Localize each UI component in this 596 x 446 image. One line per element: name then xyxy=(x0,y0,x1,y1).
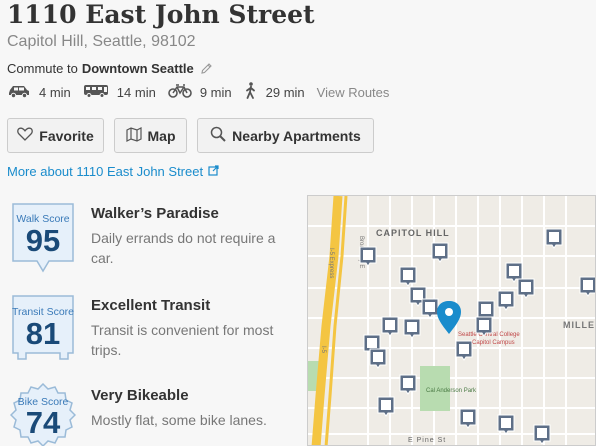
transit-score-badge: Transit Score 81 xyxy=(10,293,76,363)
walk-score-block[interactable]: Walk Score 95 Walker’s Paradise Daily er… xyxy=(10,201,300,281)
walk-score-description: Daily errands do not require a car. xyxy=(91,230,276,266)
pencil-icon[interactable] xyxy=(200,62,213,75)
neighborhood-map[interactable]: CAPITOL HILL MILLE Cal Anderson Park Sea… xyxy=(307,195,596,446)
external-link-icon xyxy=(203,164,219,179)
commute-destination[interactable]: Downtown Seattle xyxy=(82,61,194,76)
bike-score-block[interactable]: Bike Score 74 Very Bikeable Mostly flat,… xyxy=(9,382,300,446)
transit-score-block[interactable]: Transit Score 81 Excellent Transit Trans… xyxy=(10,293,300,373)
mode-walk[interactable]: 29 min xyxy=(244,82,305,102)
map-label-pine: E Pine St xyxy=(408,437,446,444)
map-label-campus: Capitol Campus xyxy=(472,340,515,346)
transit-score-description: Transit is convenient for most trips. xyxy=(91,322,274,358)
map-button[interactable]: Map xyxy=(114,118,187,153)
car-icon xyxy=(7,84,39,101)
bike-score-heading: Very Bikeable xyxy=(91,387,189,404)
page-title: 1110 East John Street xyxy=(7,0,315,29)
bike-score-value: 74 xyxy=(25,405,61,440)
transit-score-heading: Excellent Transit xyxy=(91,297,211,314)
address-subtitle: Capitol Hill, Seattle, 98102 xyxy=(7,33,196,50)
map-label-i5: I-5 xyxy=(320,346,326,354)
commute-modes: 4 min 14 min 9 min 29 min View Routes xyxy=(7,82,389,102)
walk-score-value: 95 xyxy=(25,223,61,258)
nearby-label: Nearby Apartments xyxy=(232,127,361,144)
map-label-express: I-5 Express xyxy=(328,248,334,278)
mode-car[interactable]: 4 min xyxy=(7,84,71,101)
commute-row: Commute to Downtown Seattle xyxy=(7,61,213,76)
favorite-label: Favorite xyxy=(39,127,94,144)
location-pin-icon xyxy=(437,301,461,334)
bike-score-badge: Bike Score 74 xyxy=(9,382,77,446)
nearby-apartments-button[interactable]: Nearby Apartments xyxy=(197,118,374,153)
heart-icon xyxy=(17,127,39,144)
walk-icon xyxy=(244,82,266,102)
more-about-text: More about 1110 East John Street xyxy=(7,164,204,179)
mode-bus[interactable]: 14 min xyxy=(83,84,156,101)
map-label: Map xyxy=(147,127,176,144)
map-label-capitol-hill: CAPITOL HILL xyxy=(376,228,450,238)
bike-time: 9 min xyxy=(199,84,232,100)
favorite-button[interactable]: Favorite xyxy=(7,118,104,153)
bike-icon xyxy=(168,83,200,101)
car-time: 4 min xyxy=(39,84,71,100)
view-routes-link[interactable]: View Routes xyxy=(317,85,390,100)
bus-icon xyxy=(83,84,117,101)
more-about-link[interactable]: More about 1110 East John Street xyxy=(7,164,219,179)
map-label-park: Cal Anderson Park xyxy=(426,388,477,394)
mode-bike[interactable]: 9 min xyxy=(168,83,232,101)
map-icon xyxy=(125,126,148,145)
transit-score-value: 81 xyxy=(25,316,61,351)
bus-time: 14 min xyxy=(116,84,156,100)
walk-score-heading: Walker’s Paradise xyxy=(91,205,219,222)
map-label-miller: MILLE xyxy=(563,320,595,330)
bike-score-description: Mostly flat, some bike lanes. xyxy=(91,412,267,428)
commute-label: Commute to xyxy=(7,61,78,76)
walk-score-badge: Walk Score 95 xyxy=(10,201,76,273)
walk-time: 29 min xyxy=(265,84,305,100)
search-icon xyxy=(210,126,232,145)
